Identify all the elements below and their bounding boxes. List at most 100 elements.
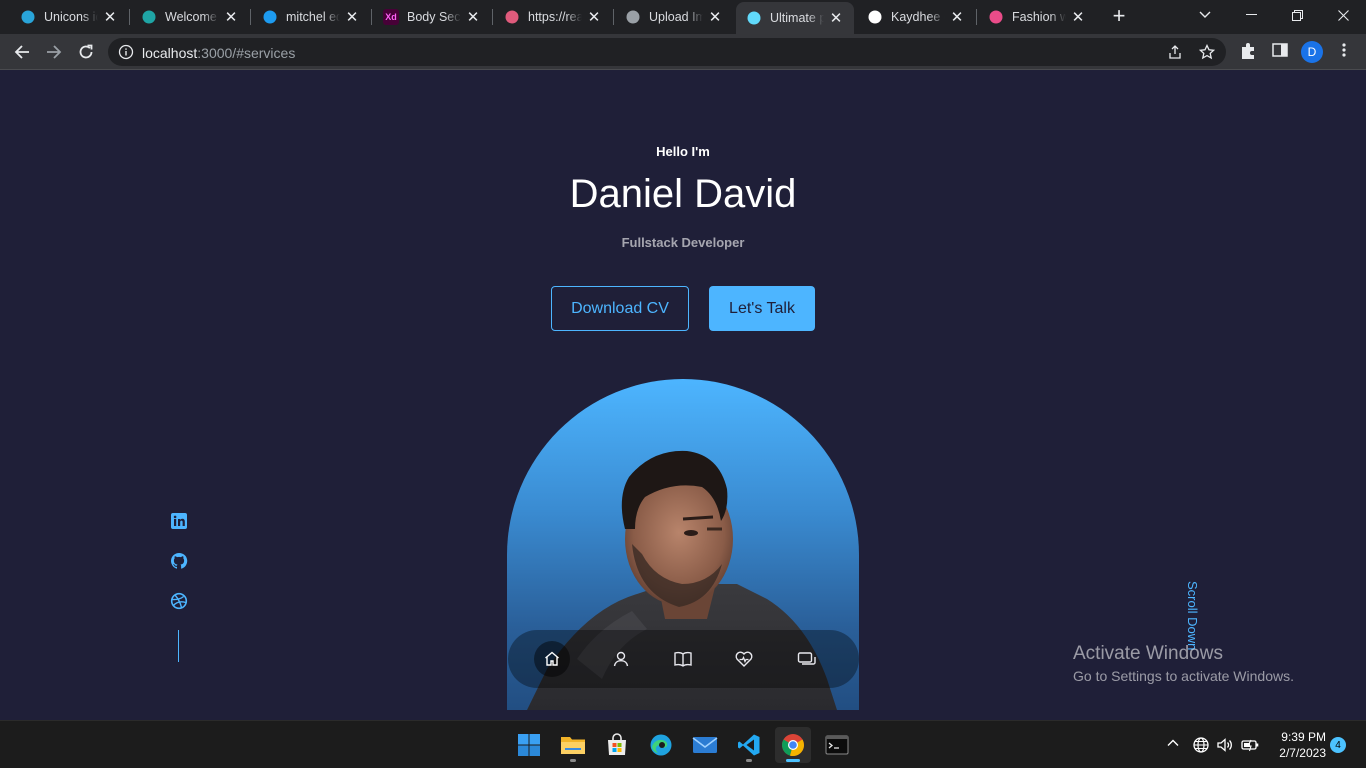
more-menu-icon[interactable]: [1338, 42, 1350, 58]
browser-tab[interactable]: Kaydhee (Kaydhee) ✕: [857, 4, 975, 30]
terminal-icon: [825, 735, 849, 755]
dribbble-icon: [988, 9, 1004, 25]
nav-about[interactable]: [603, 641, 639, 677]
close-icon: [1337, 9, 1349, 21]
close-tab-icon[interactable]: ✕: [949, 8, 965, 26]
minimize-button[interactable]: [1228, 0, 1274, 30]
tab-separator: [129, 9, 130, 25]
nav-experience[interactable]: [665, 641, 701, 677]
chevron-up-icon[interactable]: [1166, 736, 1180, 750]
taskbar-start[interactable]: [511, 727, 547, 763]
taskbar-terminal[interactable]: [819, 727, 855, 763]
xd-icon: Xd: [383, 9, 399, 25]
forward-button[interactable]: [41, 40, 67, 64]
nav-contact[interactable]: [789, 641, 825, 677]
hero-name: Daniel David: [569, 172, 797, 216]
scroll-down-link[interactable]: Scroll Down: [1185, 581, 1200, 650]
home-icon: [545, 651, 559, 666]
message-icon: [797, 652, 816, 665]
github-icon[interactable]: [170, 552, 188, 570]
close-tab-icon[interactable]: ✕: [223, 8, 239, 26]
volume-icon[interactable]: [1216, 736, 1234, 754]
browser-tab[interactable]: Fashion website ✕: [978, 4, 1096, 30]
restore-icon: [1291, 9, 1303, 21]
reload-button[interactable]: [73, 40, 99, 64]
address-bar[interactable]: localhost:3000/#services: [108, 38, 1226, 66]
browser-tab[interactable]: Welcome to ✕: [131, 4, 249, 30]
new-tab-button[interactable]: +: [1108, 5, 1130, 27]
tab-separator: [613, 9, 614, 25]
tab-separator: [492, 9, 493, 25]
browser-tab[interactable]: Upload Images ✕: [615, 4, 733, 30]
close-tab-icon[interactable]: ✕: [344, 8, 360, 26]
browser-tab[interactable]: Ultimate portfolio ✕: [736, 2, 854, 34]
tab-separator: [976, 9, 977, 25]
react-icon: [746, 10, 762, 26]
browser-tab-title: mitchel edwards: [286, 10, 340, 24]
language-icon[interactable]: [1192, 736, 1210, 754]
close-tab-icon[interactable]: ✕: [828, 9, 844, 27]
reload-icon: [79, 44, 93, 59]
close-window-button[interactable]: [1320, 0, 1366, 30]
chrome-icon: [782, 734, 804, 757]
windows-taskbar: 9:39 PM 2/7/2023 4: [0, 720, 1366, 768]
tab-search-button[interactable]: [1182, 0, 1228, 30]
system-clock[interactable]: 9:39 PM 2/7/2023: [1268, 729, 1326, 761]
greeting-text: Hello I'm: [656, 144, 710, 159]
activate-windows-subtitle: Go to Settings to activate Windows.: [1073, 668, 1294, 684]
restore-button[interactable]: [1274, 0, 1320, 30]
close-tab-icon[interactable]: ✕: [707, 8, 723, 26]
clock-date: 2/7/2023: [1279, 746, 1326, 760]
share-icon[interactable]: [1167, 44, 1183, 60]
hero-role: Fullstack Developer: [621, 235, 745, 250]
nav-services[interactable]: [726, 641, 762, 677]
browser-tab[interactable]: https://react ✕: [494, 4, 612, 30]
browser-tab[interactable]: Xd Body Secrets ✕: [373, 4, 491, 30]
arrow-left-icon: [14, 45, 29, 59]
site-info-icon: [118, 44, 134, 60]
dribbble-icon[interactable]: [170, 592, 188, 610]
taskbar-vscode[interactable]: [731, 727, 767, 763]
layers-icon: [625, 9, 641, 25]
close-tab-icon[interactable]: ✕: [586, 8, 602, 26]
browser-tab-title: Welcome to: [165, 10, 219, 24]
bookmark-star-icon[interactable]: [1199, 44, 1215, 60]
back-button[interactable]: [9, 40, 35, 64]
close-tab-icon[interactable]: ✕: [102, 8, 118, 26]
side-panel-icon[interactable]: [1272, 42, 1288, 58]
edge-icon: [650, 734, 672, 756]
vscode-icon: [738, 734, 760, 756]
chevron-down-icon: [1199, 11, 1211, 18]
browser-tab-title: https://react: [528, 10, 582, 24]
notification-badge[interactable]: 4: [1330, 737, 1346, 753]
linkedin-icon[interactable]: [170, 512, 188, 530]
close-tab-icon[interactable]: ✕: [465, 8, 481, 26]
extensions-icon[interactable]: [1240, 42, 1256, 60]
windows-start-icon: [518, 734, 540, 756]
taskbar-chrome[interactable]: [775, 727, 811, 763]
unicons-icon: [20, 9, 36, 25]
browser-tab[interactable]: mitchel edwards ✕: [252, 4, 370, 30]
github-icon: [867, 9, 883, 25]
battery-icon[interactable]: [1240, 736, 1260, 754]
browser-tab-title: Body Secrets: [407, 10, 461, 24]
address-url[interactable]: localhost:3000/#services: [142, 45, 295, 61]
twitter-icon: [262, 9, 278, 25]
lets-talk-button[interactable]: Let's Talk: [709, 286, 815, 331]
close-tab-icon[interactable]: ✕: [1070, 8, 1086, 26]
taskbar-file-explorer[interactable]: [555, 727, 591, 763]
browser-tab-bar: Unicons icons✕Welcome to✕mitchel edwards…: [0, 0, 1366, 34]
nav-home[interactable]: [534, 641, 570, 677]
portfolio-page: Hello I'm Daniel David Fullstack Develop…: [0, 71, 1366, 720]
social-divider: [178, 630, 179, 662]
book-icon: [674, 651, 692, 667]
browser-tab-title: Fashion website: [1012, 10, 1066, 24]
profile-avatar[interactable]: D: [1301, 41, 1323, 63]
taskbar-edge[interactable]: [643, 727, 679, 763]
download-cv-button[interactable]: Download CV: [551, 286, 689, 331]
diamond-icon: [141, 9, 157, 25]
taskbar-mail[interactable]: [687, 727, 723, 763]
browser-tab[interactable]: Unicons icons ✕: [10, 4, 128, 30]
taskbar-store[interactable]: [599, 727, 635, 763]
bottom-nav: [508, 630, 859, 688]
